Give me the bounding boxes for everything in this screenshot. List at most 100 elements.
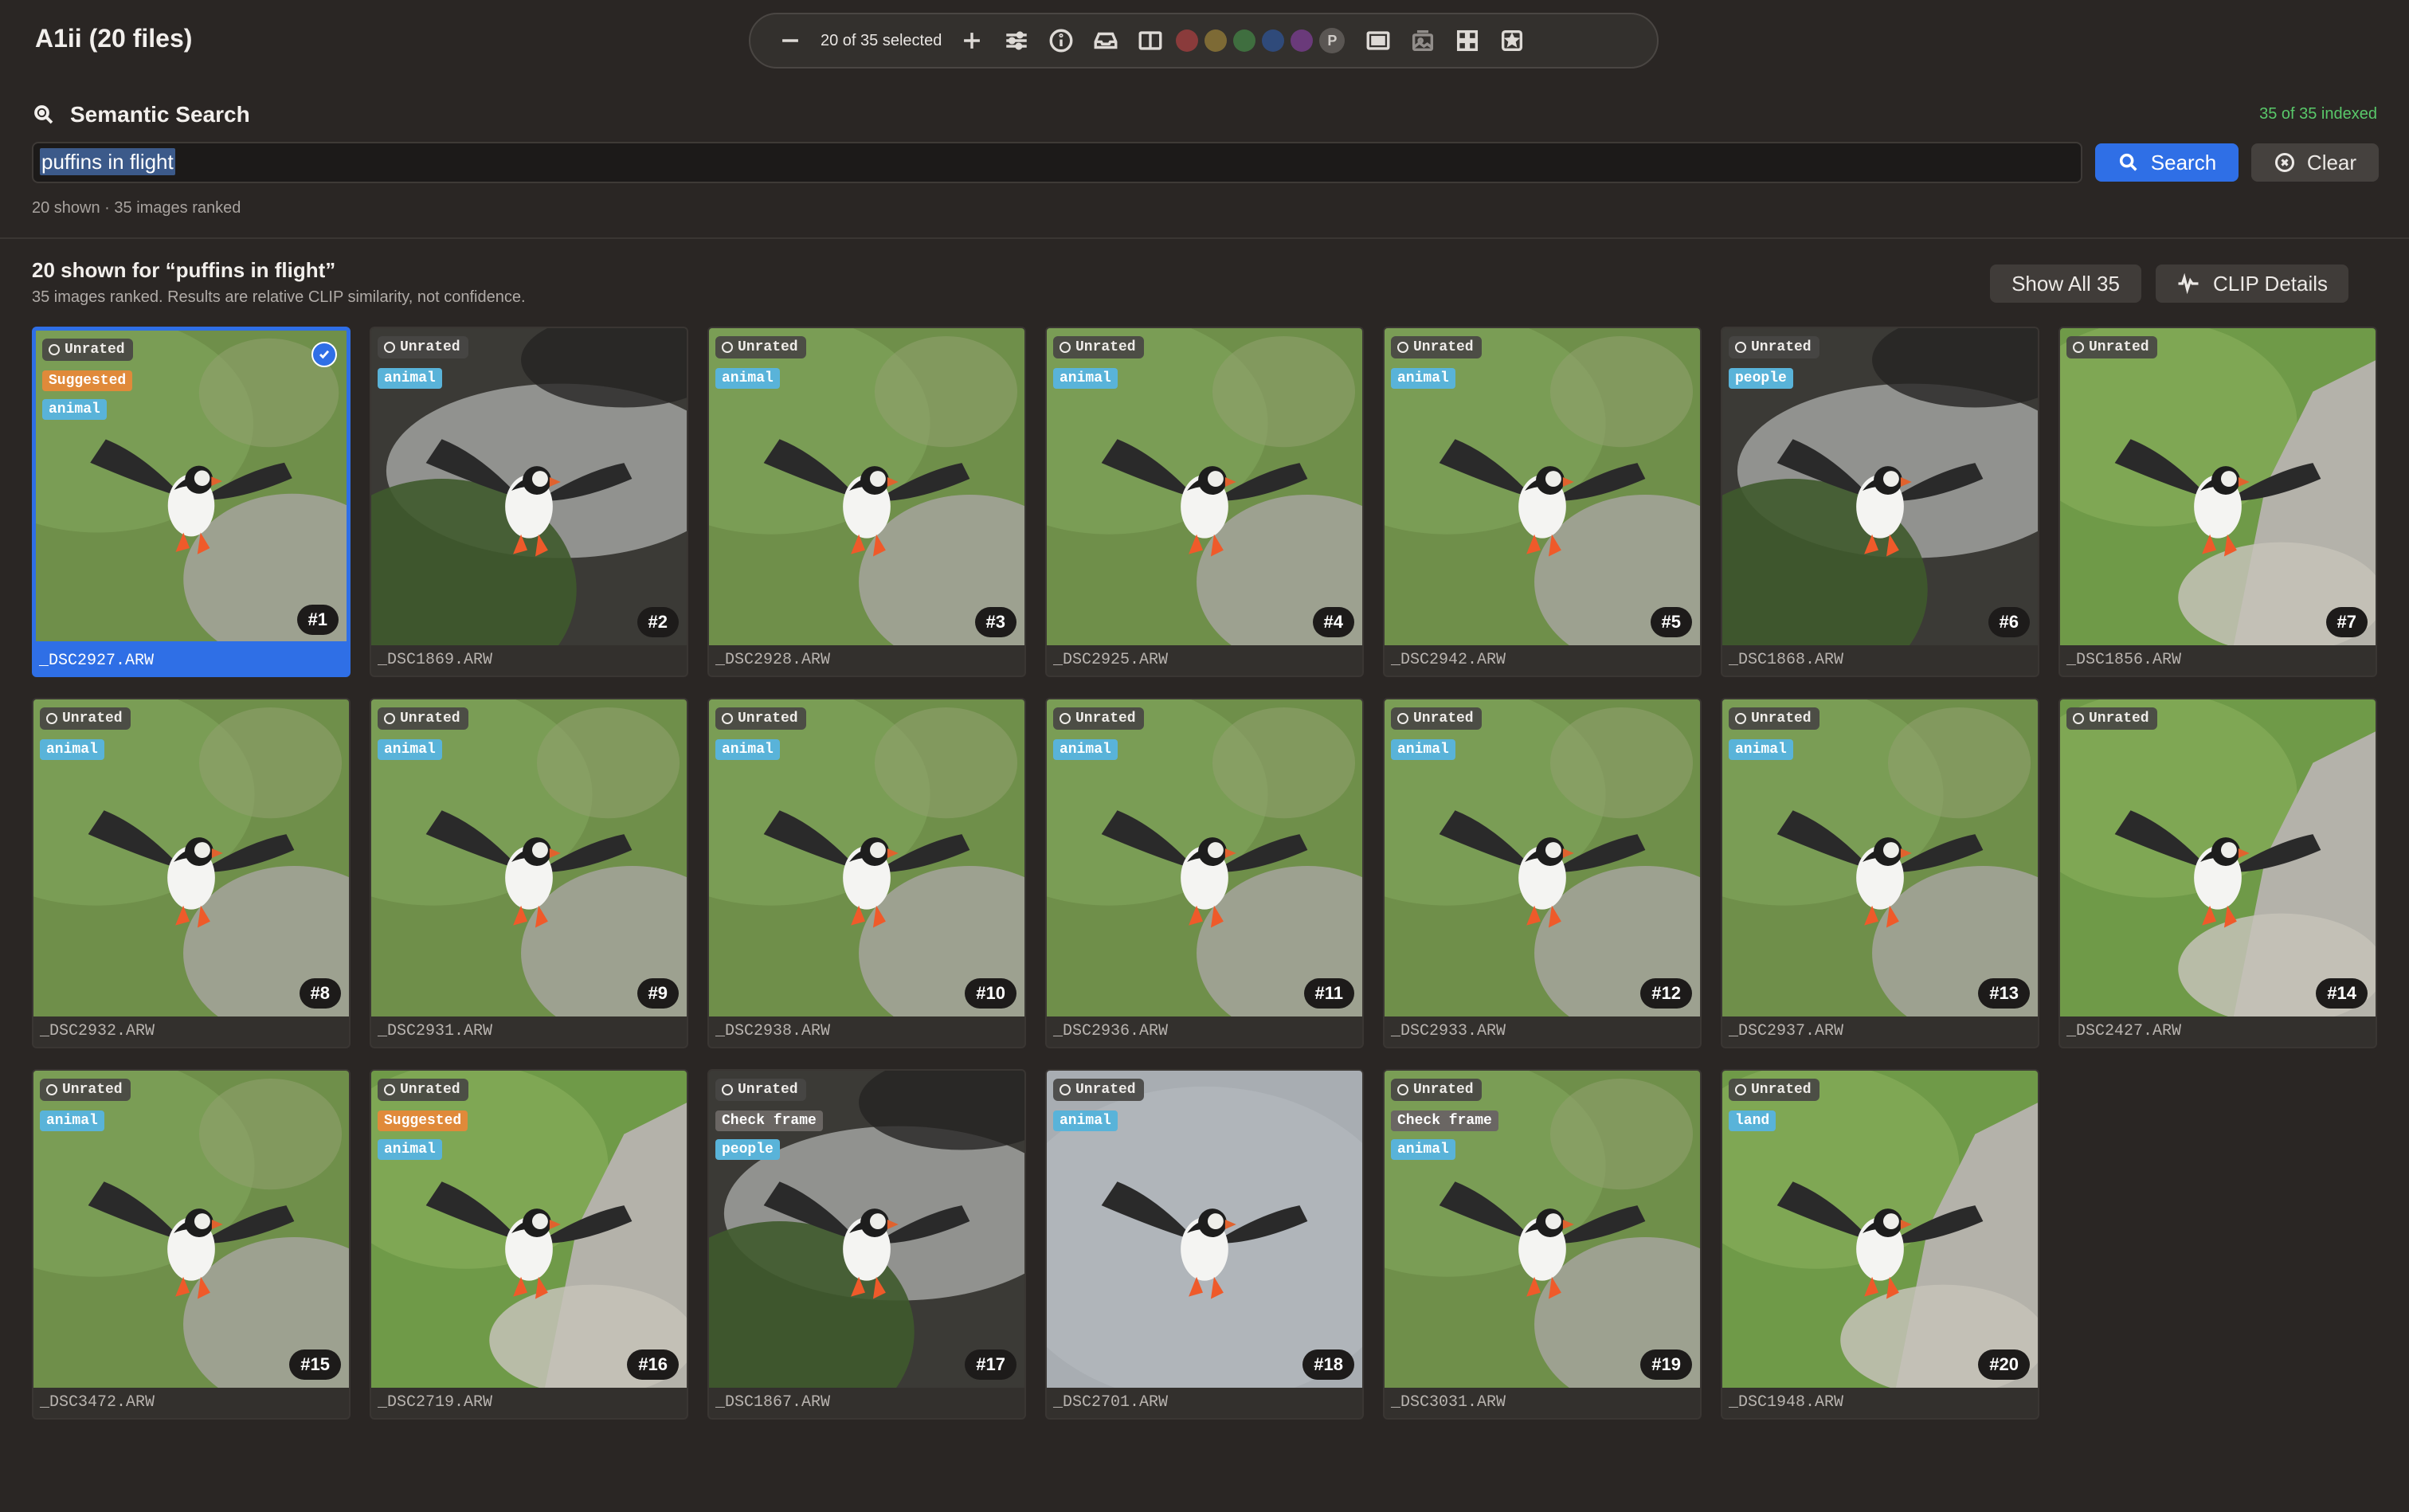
rank-badge: #11 <box>1303 978 1354 1009</box>
rating-badge[interactable]: Unrated <box>378 336 468 358</box>
circle-icon <box>1735 1084 1746 1095</box>
plus-icon[interactable] <box>950 18 994 63</box>
color-label-yellow[interactable] <box>1204 29 1228 52</box>
photo-card[interactable]: Unrated animal #4 _DSC2925.ARW <box>1045 327 1364 677</box>
photo-card[interactable]: Unrated animal #18 _DSC2701.ARW <box>1045 1069 1364 1420</box>
tray-icon[interactable] <box>1083 18 1128 63</box>
rating-label: Unrated <box>1751 1082 1812 1098</box>
clip-details-label: CLIP Details <box>2212 271 2329 296</box>
rating-label: Unrated <box>1075 339 1136 355</box>
rating-badge[interactable]: Unrated <box>378 707 468 730</box>
file-name: _DSC3031.ARW <box>1391 1393 1506 1412</box>
file-name: _DSC2937.ARW <box>1729 1022 1844 1040</box>
photo-card[interactable]: Unrated Check frame animal #19 _DSC3031.ARW <box>1383 1069 1702 1420</box>
photo-card[interactable]: Unrated animal #13 _DSC2937.ARW <box>1721 698 2039 1048</box>
rating-badge[interactable]: Unrated <box>715 1079 806 1101</box>
rating-badge[interactable]: Unrated <box>1053 707 1144 730</box>
file-name: _DSC2719.ARW <box>378 1393 493 1412</box>
color-label-purple[interactable] <box>1291 29 1314 52</box>
photo-card[interactable]: Unrated Suggested animal #1 _DSC2927.ARW <box>32 327 351 677</box>
photo-thumbnail[interactable] <box>2060 328 2376 645</box>
photo-card[interactable]: Unrated land #20 _DSC1948.ARW <box>1721 1069 2039 1420</box>
photo-card[interactable]: Unrated animal #2 _DSC1869.ARW <box>370 327 688 677</box>
photo-card[interactable]: Unrated Suggested animal #16 _DSC2719.ARW <box>370 1069 688 1420</box>
rating-badge[interactable]: Unrated <box>2066 707 2157 730</box>
photo-thumbnail[interactable] <box>2060 699 2376 1016</box>
circle-icon <box>384 342 395 353</box>
rating-badge[interactable]: Unrated <box>40 707 131 730</box>
rating-badge[interactable]: Unrated <box>715 336 806 358</box>
rating-badge[interactable]: Unrated <box>1729 336 1819 358</box>
file-name: _DSC2932.ARW <box>40 1022 155 1040</box>
rating-label: Unrated <box>65 342 125 358</box>
search-input[interactable] <box>32 142 2082 183</box>
photo-card[interactable]: Unrated animal #12 _DSC2933.ARW <box>1383 698 1702 1048</box>
photo-card[interactable]: Unrated #14 _DSC2427.ARW <box>2058 698 2377 1048</box>
rank-badge: #6 <box>1988 607 2030 637</box>
clip-details-button[interactable]: CLIP Details <box>2156 264 2348 303</box>
clear-button[interactable]: Clear <box>2251 143 2379 182</box>
show-all-button[interactable]: Show All 35 <box>1990 264 2141 303</box>
split-view-icon[interactable] <box>1128 18 1173 63</box>
rating-badge[interactable]: Unrated <box>40 1079 131 1101</box>
rating-badge[interactable]: Unrated <box>2066 336 2157 358</box>
search-icon <box>34 105 53 124</box>
rating-label: Unrated <box>2089 339 2149 355</box>
grid-icon[interactable] <box>1445 18 1490 63</box>
selection-count: 20 of 35 selected <box>821 31 942 49</box>
search-button[interactable]: Search <box>2095 143 2239 182</box>
rating-label: Unrated <box>1413 339 1474 355</box>
sliders-icon[interactable] <box>994 18 1039 63</box>
rank-badge: #19 <box>1640 1349 1692 1380</box>
photo-card[interactable]: Unrated people #6 _DSC1868.ARW <box>1721 327 2039 677</box>
circle-icon <box>1735 713 1746 724</box>
file-name: _DSC3472.ARW <box>40 1393 155 1412</box>
tag-badge: Suggested <box>378 1110 468 1131</box>
rating-label: Unrated <box>1413 1082 1474 1098</box>
tag-badge: Suggested <box>42 370 133 391</box>
star-icon[interactable] <box>1490 18 1534 63</box>
search-button-label: Search <box>2150 150 2217 174</box>
photo-card[interactable]: Unrated animal #9 _DSC2931.ARW <box>370 698 688 1048</box>
rating-badge[interactable]: Unrated <box>1391 707 1482 730</box>
photo-card[interactable]: Unrated Check frame people #17 _DSC1867.ARW <box>707 1069 1026 1420</box>
photo-card[interactable]: Unrated animal #8 _DSC2932.ARW <box>32 698 351 1048</box>
file-name: _DSC2701.ARW <box>1053 1393 1169 1412</box>
rating-badge[interactable]: Unrated <box>1729 1079 1819 1101</box>
rating-badge[interactable]: Unrated <box>1053 336 1144 358</box>
color-label-blue[interactable] <box>1262 29 1285 52</box>
rating-badge[interactable]: Unrated <box>1053 1079 1144 1101</box>
circle-icon <box>46 1084 57 1095</box>
minus-icon[interactable] <box>768 18 813 63</box>
rating-badge[interactable]: Unrated <box>1391 336 1482 358</box>
circle-icon <box>722 713 733 724</box>
photo-card[interactable]: Unrated animal #3 _DSC2928.ARW <box>707 327 1026 677</box>
file-name: _DSC2925.ARW <box>1053 651 1169 669</box>
p-label-button[interactable]: P <box>1319 28 1346 53</box>
rating-badge[interactable]: Unrated <box>378 1079 468 1101</box>
fullscreen-icon[interactable] <box>1356 18 1400 63</box>
color-label-red[interactable] <box>1176 29 1199 52</box>
rank-badge: #4 <box>1312 607 1354 637</box>
photo-card[interactable]: Unrated animal #11 _DSC2936.ARW <box>1045 698 1364 1048</box>
rating-label: Unrated <box>1413 711 1474 727</box>
rating-label: Unrated <box>400 339 460 355</box>
results-title: 20 shown for “puffins in flight” <box>32 258 336 282</box>
photos-icon[interactable] <box>1400 18 1445 63</box>
file-name: _DSC1867.ARW <box>715 1393 831 1412</box>
checkmark-icon[interactable] <box>311 342 337 367</box>
photo-card[interactable]: Unrated animal #5 _DSC2942.ARW <box>1383 327 1702 677</box>
rating-badge[interactable]: Unrated <box>1729 707 1819 730</box>
rating-label: Unrated <box>1075 711 1136 727</box>
rating-badge[interactable]: Unrated <box>42 339 133 361</box>
photo-card[interactable]: Unrated animal #15 _DSC3472.ARW <box>32 1069 351 1420</box>
photo-card[interactable]: Unrated animal #10 _DSC2938.ARW <box>707 698 1026 1048</box>
ranked-summary: 20 shown · 35 images ranked <box>32 199 241 217</box>
rating-badge[interactable]: Unrated <box>715 707 806 730</box>
info-icon[interactable] <box>1039 18 1083 63</box>
search-input-selected-text: puffins in flight <box>40 148 175 175</box>
color-label-green[interactable] <box>1233 29 1256 52</box>
photo-card[interactable]: Unrated #7 _DSC1856.ARW <box>2058 327 2377 677</box>
circle-icon <box>1397 1084 1408 1095</box>
rating-badge[interactable]: Unrated <box>1391 1079 1482 1101</box>
